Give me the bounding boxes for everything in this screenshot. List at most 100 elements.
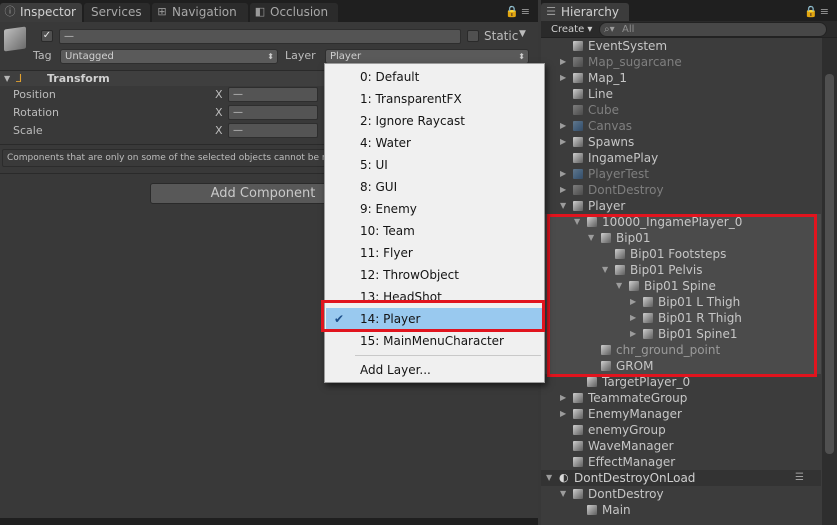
layer-option-water[interactable]: 4: Water bbox=[326, 132, 543, 154]
tree-row-bip01[interactable]: ▼ Bip01 bbox=[541, 230, 821, 246]
tree-row-eventsystem[interactable]: EventSystem bbox=[541, 38, 821, 54]
layer-option-default[interactable]: 0: Default bbox=[326, 66, 543, 88]
tab-occlusion[interactable]: ◧ Occlusion bbox=[250, 3, 338, 22]
menu-icon[interactable]: ≡ bbox=[521, 5, 532, 18]
collapse-arrow-icon[interactable]: ▼ bbox=[588, 230, 594, 246]
tree-row-spawns[interactable]: ▶ Spawns bbox=[541, 134, 821, 150]
expand-arrow-icon[interactable]: ▶ bbox=[560, 118, 566, 134]
layer-option-ui[interactable]: 5: UI bbox=[326, 154, 543, 176]
tree-row-enemymanager[interactable]: ▶ EnemyManager bbox=[541, 406, 821, 422]
tree-row-bip01-spine1[interactable]: ▶ Bip01 Spine1 bbox=[541, 326, 821, 342]
tree-row-dontdestroy-scene[interactable]: ▼ DontDestroy bbox=[541, 486, 821, 502]
layer-option-player[interactable]: ✔ 14: Player bbox=[326, 308, 543, 330]
layer-option-headshot[interactable]: 13: HeadShot bbox=[326, 286, 543, 308]
scene-menu-icon[interactable]: ☰ bbox=[795, 470, 804, 486]
gameobject-icon bbox=[601, 233, 611, 243]
tab-navigation[interactable]: ⊞ Navigation bbox=[152, 3, 248, 22]
layer-option-gui[interactable]: 8: GUI bbox=[326, 176, 543, 198]
gameobject-icon bbox=[573, 57, 583, 67]
tree-row-map-sugarcane[interactable]: ▶ Map_sugarcane bbox=[541, 54, 821, 70]
position-x-field[interactable]: — bbox=[228, 87, 318, 102]
occlusion-icon: ◧ bbox=[254, 5, 266, 18]
scale-x-label[interactable]: X bbox=[215, 124, 223, 137]
expand-arrow-icon[interactable]: ▶ bbox=[560, 166, 566, 182]
hierarchy-search-input[interactable]: ⌕▾ All bbox=[599, 22, 827, 37]
gameobject-icon bbox=[573, 393, 583, 403]
scrollbar-thumb[interactable] bbox=[825, 74, 834, 454]
add-layer-option[interactable]: Add Layer... bbox=[326, 359, 543, 381]
layer-option-throwobject[interactable]: 12: ThrowObject bbox=[326, 264, 543, 286]
expand-arrow-icon[interactable]: ▶ bbox=[560, 406, 566, 422]
tree-row-playertest[interactable]: ▶ PlayerTest bbox=[541, 166, 821, 182]
static-dropdown-icon[interactable]: ▼ bbox=[519, 29, 526, 39]
lock-icon[interactable]: 🔒 bbox=[505, 5, 521, 18]
tree-row-ingameplayer[interactable]: ▼ 10000_IngamePlayer_0 bbox=[541, 214, 821, 230]
tree-row-map-1[interactable]: ▶ Map_1 bbox=[541, 70, 821, 86]
collapse-arrow-icon[interactable]: ▼ bbox=[574, 214, 580, 230]
tag-label: Tag bbox=[33, 49, 52, 62]
position-label: Position bbox=[13, 88, 56, 101]
tree-row-effectmanager[interactable]: EffectManager bbox=[541, 454, 821, 470]
tree-row-bip01-l-thigh[interactable]: ▶ Bip01 L Thigh bbox=[541, 294, 821, 310]
collapse-arrow-icon[interactable]: ▼ bbox=[602, 262, 608, 278]
collapse-arrow-icon[interactable]: ▼ bbox=[546, 470, 552, 486]
name-input[interactable]: — bbox=[59, 29, 461, 44]
expand-arrow-icon[interactable]: ▶ bbox=[630, 310, 636, 326]
layer-option-ignore-raycast[interactable]: 2: Ignore Raycast bbox=[326, 110, 543, 132]
tree-row-ingameplay[interactable]: IngamePlay bbox=[541, 150, 821, 166]
gameobject-icon bbox=[573, 409, 583, 419]
tree-row-teammategroup[interactable]: ▶ TeammateGroup bbox=[541, 390, 821, 406]
expand-arrow-icon[interactable]: ▶ bbox=[560, 182, 566, 198]
rotation-x-label[interactable]: X bbox=[215, 106, 223, 119]
static-checkbox[interactable] bbox=[467, 30, 479, 42]
active-checkbox[interactable]: ✓ bbox=[41, 30, 53, 42]
expand-arrow-icon[interactable]: ▶ bbox=[560, 390, 566, 406]
expand-arrow-icon[interactable]: ▶ bbox=[560, 54, 566, 70]
layer-option-enemy[interactable]: 9: Enemy bbox=[326, 198, 543, 220]
position-x-label[interactable]: X bbox=[215, 88, 223, 101]
tab-inspector[interactable]: ⓘ Inspector bbox=[0, 3, 82, 22]
layer-option-transparentfx[interactable]: 1: TransparentFX bbox=[326, 88, 543, 110]
tree-row-line[interactable]: Line bbox=[541, 86, 821, 102]
tree-row-chr-ground-point[interactable]: chr_ground_point bbox=[541, 342, 821, 358]
collapse-arrow-icon[interactable]: ▼ bbox=[560, 486, 566, 502]
expand-arrow-icon[interactable]: ▶ bbox=[630, 294, 636, 310]
tree-row-grom[interactable]: GROM bbox=[541, 358, 821, 374]
tree-row-bip01-pelvis[interactable]: ▼ Bip01 Pelvis bbox=[541, 262, 821, 278]
gameobject-icon bbox=[573, 153, 583, 163]
tree-row-bip01-spine[interactable]: ▼ Bip01 Spine bbox=[541, 278, 821, 294]
layer-option-mainmenucharacter[interactable]: 15: MainMenuCharacter bbox=[326, 330, 543, 352]
menu-icon[interactable]: ≡ bbox=[820, 5, 831, 18]
fold-down-icon[interactable]: ▼ bbox=[4, 74, 10, 83]
tree-row-enemygroup[interactable]: enemyGroup bbox=[541, 422, 821, 438]
lock-icon[interactable]: 🔒 bbox=[804, 5, 820, 18]
expand-arrow-icon[interactable]: ▶ bbox=[560, 70, 566, 86]
expand-arrow-icon[interactable]: ▶ bbox=[630, 326, 636, 342]
hierarchy-tab-tools: 🔒≡ bbox=[804, 5, 831, 18]
layer-dropdown[interactable]: Player ⬍ bbox=[325, 49, 529, 64]
tree-row-main[interactable]: Main bbox=[541, 502, 821, 518]
tree-row-wavemanager[interactable]: WaveManager bbox=[541, 438, 821, 454]
create-button[interactable]: Create ▾ bbox=[544, 22, 594, 37]
tree-row-canvas[interactable]: ▶ Canvas bbox=[541, 118, 821, 134]
layer-option-flyer[interactable]: 11: Flyer bbox=[326, 242, 543, 264]
bottom-bar bbox=[0, 518, 538, 525]
tree-row-dontdestroy[interactable]: ▶ DontDestroy bbox=[541, 182, 821, 198]
tree-row-player[interactable]: ▼ Player bbox=[541, 198, 821, 214]
tag-dropdown[interactable]: Untagged ⬍ bbox=[60, 49, 278, 64]
layer-option-team[interactable]: 10: Team bbox=[326, 220, 543, 242]
hierarchy-scrollbar[interactable] bbox=[822, 38, 837, 525]
collapse-arrow-icon[interactable]: ▼ bbox=[616, 278, 622, 294]
scale-x-field[interactable]: — bbox=[228, 123, 318, 138]
tab-hierarchy[interactable]: ☰ Hierarchy bbox=[541, 3, 629, 22]
expand-arrow-icon[interactable]: ▶ bbox=[560, 134, 566, 150]
tree-row-targetplayer[interactable]: TargetPlayer_0 bbox=[541, 374, 821, 390]
rotation-x-field[interactable]: — bbox=[228, 105, 318, 120]
scene-header-dontdestroyonload[interactable]: ▼ ◐ DontDestroyOnLoad ☰ bbox=[541, 470, 821, 486]
gameobject-icon bbox=[573, 73, 583, 83]
tree-row-bip01-footsteps[interactable]: Bip01 Footsteps bbox=[541, 246, 821, 262]
tree-row-bip01-r-thigh[interactable]: ▶ Bip01 R Thigh bbox=[541, 310, 821, 326]
tree-row-cube[interactable]: Cube bbox=[541, 102, 821, 118]
collapse-arrow-icon[interactable]: ▼ bbox=[560, 198, 566, 214]
tab-services[interactable]: Services bbox=[84, 3, 150, 22]
